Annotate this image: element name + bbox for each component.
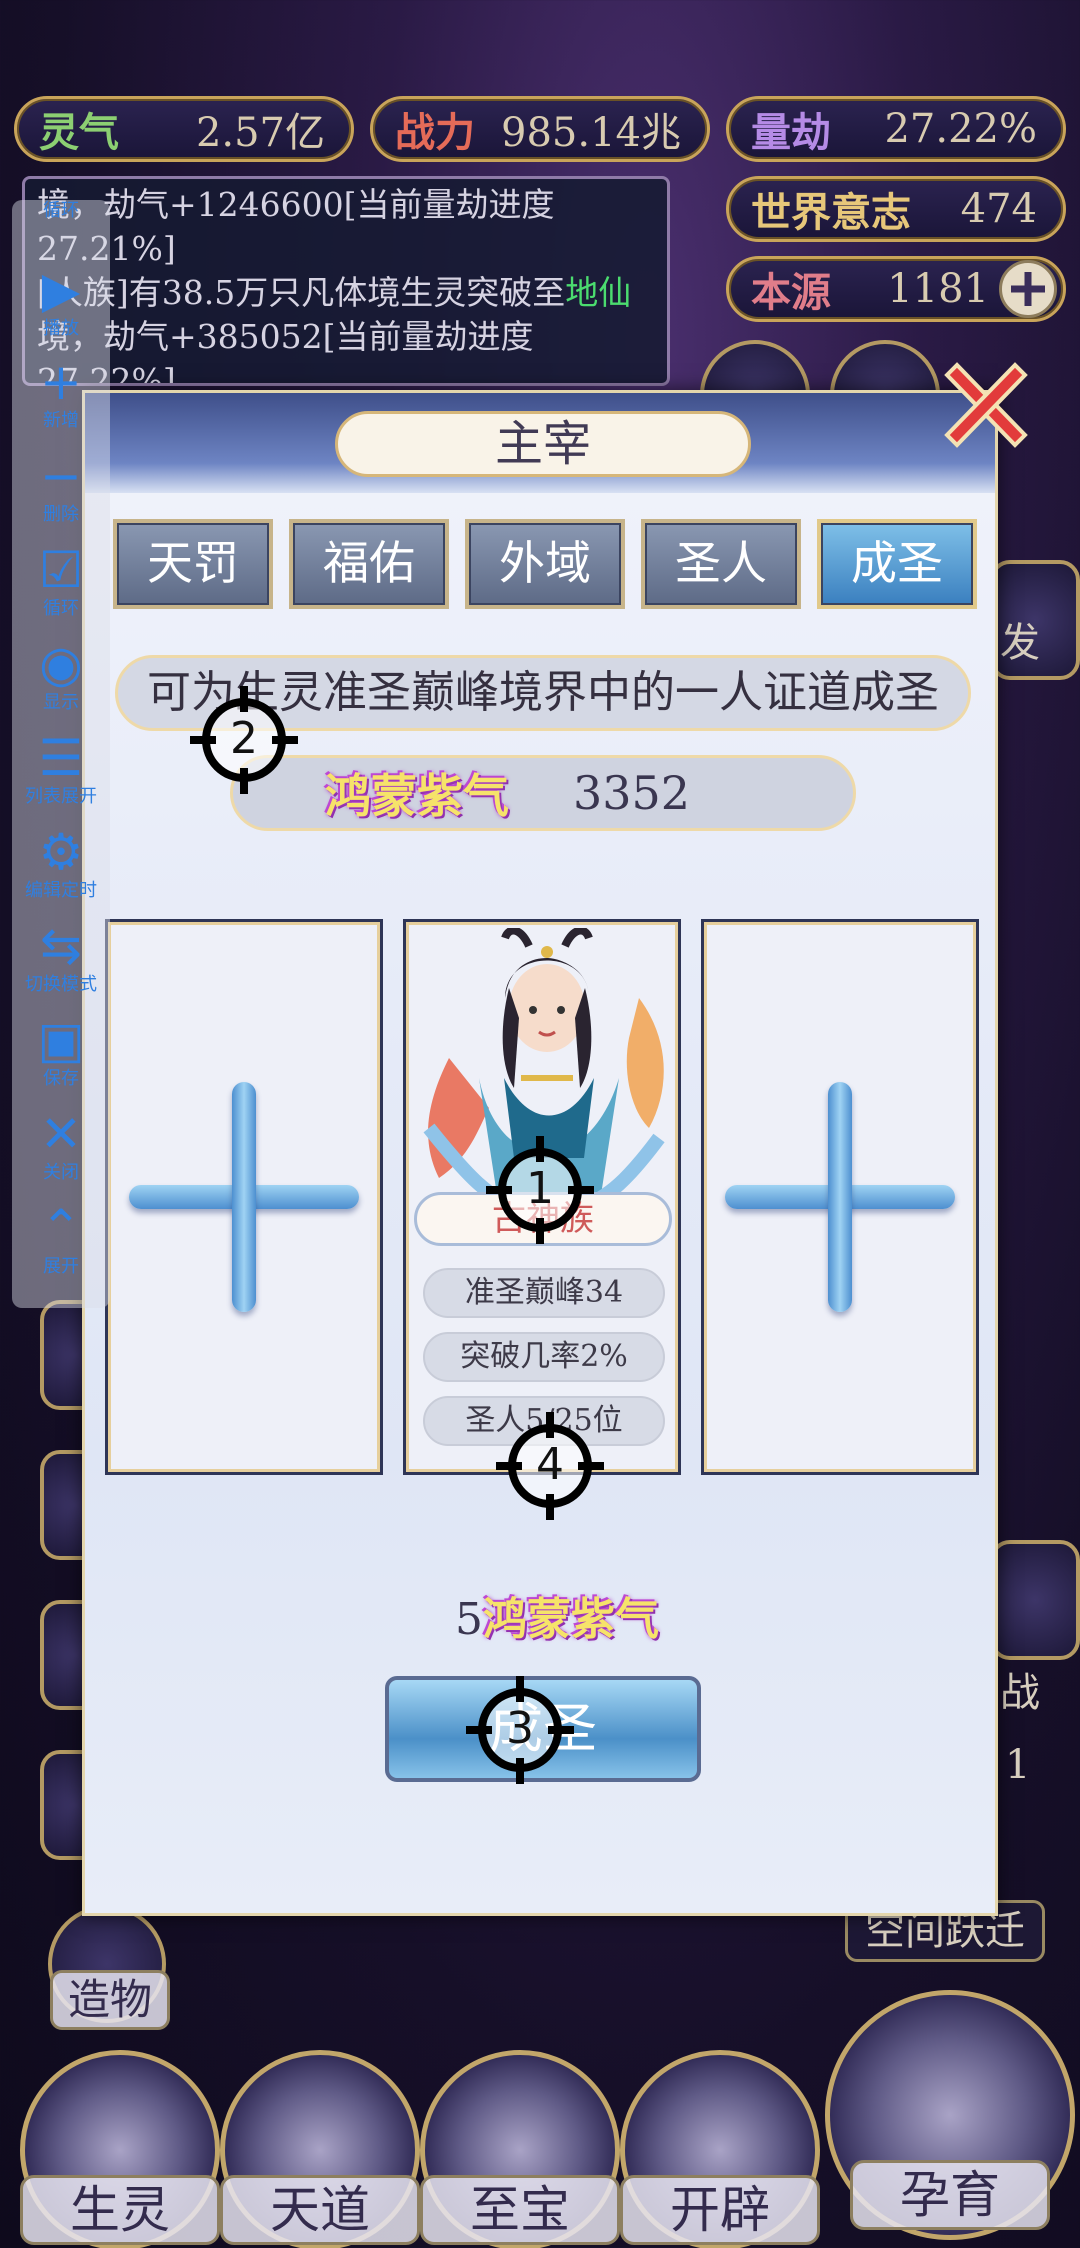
side-icon[interactable] bbox=[990, 1540, 1080, 1660]
nav-treasure-label[interactable]: 至宝 bbox=[420, 2175, 620, 2245]
chance-pill: 突破几率2% bbox=[423, 1332, 665, 1382]
realm-pill: 准圣巅峰34 bbox=[423, 1268, 665, 1318]
tool-label: 编辑定时 bbox=[25, 880, 97, 901]
tool-label: 切换模式 bbox=[25, 974, 97, 995]
cost-text: 5鸿蒙紫气 bbox=[455, 1583, 659, 1647]
eye-icon[interactable]: ◉ 显示 bbox=[12, 636, 110, 714]
nav-creatures-label[interactable]: 生灵 bbox=[20, 2175, 220, 2245]
close-icon[interactable] bbox=[935, 355, 1035, 455]
side-label-fa: 发 bbox=[1000, 620, 1040, 666]
checkbox-icon[interactable]: ☑ 循环 bbox=[12, 542, 110, 620]
tool-glyph: ✕ bbox=[40, 1105, 82, 1163]
calamity-value: 27.22% bbox=[884, 106, 1037, 152]
tool-label: 展开 bbox=[43, 1256, 79, 1277]
tap-marker-2: 2 bbox=[190, 686, 298, 794]
tab-saint[interactable]: 圣人 bbox=[641, 519, 801, 609]
log-line: [人族]有38.5万只凡体境生灵突破至地仙 bbox=[37, 271, 655, 315]
tab-blessing[interactable]: 福佑 bbox=[289, 519, 449, 609]
tap-marker-1: 1 bbox=[486, 1136, 594, 1244]
combat-power-label: 战力 bbox=[395, 109, 475, 156]
play-icon[interactable]: ▶ 播放 bbox=[12, 262, 110, 340]
tap-marker-3: 3 bbox=[466, 1676, 574, 1784]
log-line: 27.21%] bbox=[37, 229, 176, 268]
empty-slot-left[interactable] bbox=[105, 919, 383, 1475]
combat-power-value: 985.14兆 bbox=[501, 110, 681, 156]
tool-glyph: + bbox=[40, 353, 82, 411]
tool-label: 关闭 bbox=[43, 1162, 79, 1183]
cost-resource: 鸿蒙紫气 bbox=[483, 1594, 659, 1645]
tool-label: 新增 bbox=[43, 410, 79, 431]
tool-glyph: ⚙ bbox=[38, 823, 84, 881]
tool-glyph: − bbox=[40, 447, 82, 505]
resource-bar: 鸿蒙紫气 3352 bbox=[230, 755, 856, 831]
gear-icon[interactable]: ⚙ 编辑定时 bbox=[12, 824, 110, 902]
tool-label: 循环 bbox=[43, 200, 79, 221]
automation-toolbar: 循环 ▶ 播放 + 新增 − 删除 ☑ 循环 ◉ 显示 ☰ 列表展开 ⚙ 编辑定时 ⇆ 切换模式… bbox=[12, 200, 110, 1308]
nav-develop-label[interactable]: 开辟 bbox=[620, 2175, 820, 2245]
log-line: 27.22%] bbox=[37, 361, 176, 386]
world-will-value: 474 bbox=[960, 186, 1037, 232]
tool-label: 列表展开 bbox=[25, 786, 97, 807]
log-highlight: 地仙 bbox=[565, 273, 632, 312]
tool-glyph: ☑ bbox=[38, 541, 84, 599]
add-origin-button[interactable] bbox=[999, 260, 1057, 318]
tap-marker-4: 4 bbox=[496, 1412, 604, 1520]
minus-icon[interactable]: − 删除 bbox=[12, 448, 110, 526]
dialog-title: 主宰 bbox=[335, 411, 751, 477]
resource-value: 3352 bbox=[573, 766, 691, 820]
world-will-stat: 世界意志 474 bbox=[726, 176, 1066, 242]
tool-label: 保存 bbox=[43, 1068, 79, 1089]
event-log: 境，劫气+1246600[当前量劫进度 27.21%] [人族]有38.5万只凡… bbox=[22, 176, 670, 386]
log-line-text: [人族]有38.5万只凡体境生灵突破至 bbox=[37, 273, 566, 312]
save-icon[interactable]: ▣ 保存 bbox=[12, 1012, 110, 1090]
tool-glyph: ⌃ bbox=[40, 1199, 82, 1257]
log-line: 境，劫气+1246600[当前量劫进度 bbox=[37, 185, 555, 224]
add-slot-icon bbox=[129, 1082, 359, 1312]
spirit-qi-label: 灵气 bbox=[39, 109, 119, 156]
nav-heaven-label[interactable]: 天道 bbox=[220, 2175, 420, 2245]
tab-become-saint[interactable]: 成圣 bbox=[817, 519, 977, 609]
tab-punishment[interactable]: 天罚 bbox=[113, 519, 273, 609]
origin-label: 本源 bbox=[751, 269, 831, 316]
empty-slot-right[interactable] bbox=[701, 919, 979, 1475]
tool-glyph: ◉ bbox=[39, 635, 83, 693]
tool-label: 显示 bbox=[43, 692, 79, 713]
spirit-qi-stat: 灵气 2.57亿 bbox=[14, 96, 354, 162]
calamity-stat: 量劫 27.22% bbox=[726, 96, 1066, 162]
tool-label: 播放 bbox=[43, 318, 79, 339]
tool-glyph: ▶ bbox=[41, 261, 81, 319]
origin-stat: 本源 1181 bbox=[726, 256, 1066, 322]
calamity-label: 量劫 bbox=[751, 109, 831, 156]
list-expand-icon[interactable]: ☰ 列表展开 bbox=[12, 730, 110, 808]
side-label-num: 1 bbox=[1005, 1742, 1031, 1788]
close-icon[interactable]: ✕ 关闭 bbox=[12, 1106, 110, 1184]
nav-nurture-label[interactable]: 孕育 bbox=[850, 2160, 1050, 2230]
tool-glyph: ⇆ bbox=[40, 917, 82, 975]
add-slot-icon bbox=[725, 1082, 955, 1312]
creation-label: 造物 bbox=[50, 1970, 170, 2030]
resource-label: 鸿蒙紫气 bbox=[325, 769, 509, 823]
loop-icon[interactable]: 循环 bbox=[12, 200, 110, 222]
add-icon[interactable]: + 新增 bbox=[12, 354, 110, 432]
side-label-zhan: 战 bbox=[1000, 1670, 1040, 1716]
spirit-qi-value: 2.57亿 bbox=[195, 110, 325, 156]
tab-outer-realm[interactable]: 外域 bbox=[465, 519, 625, 609]
combat-power-stat: 战力 985.14兆 bbox=[370, 96, 710, 162]
world-will-label: 世界意志 bbox=[751, 189, 911, 236]
tool-glyph: ☰ bbox=[38, 729, 84, 787]
origin-value: 1181 bbox=[887, 266, 989, 312]
expand-icon[interactable]: ⌃ 展开 bbox=[12, 1200, 110, 1278]
tool-label: 删除 bbox=[43, 504, 79, 525]
log-line: 境，劫气+385052[当前量劫进度 bbox=[37, 317, 534, 356]
switch-icon[interactable]: ⇆ 切换模式 bbox=[12, 918, 110, 996]
tool-glyph: ▣ bbox=[37, 1011, 85, 1069]
tool-label: 循环 bbox=[43, 598, 79, 619]
cost-amount: 5 bbox=[455, 1594, 483, 1645]
